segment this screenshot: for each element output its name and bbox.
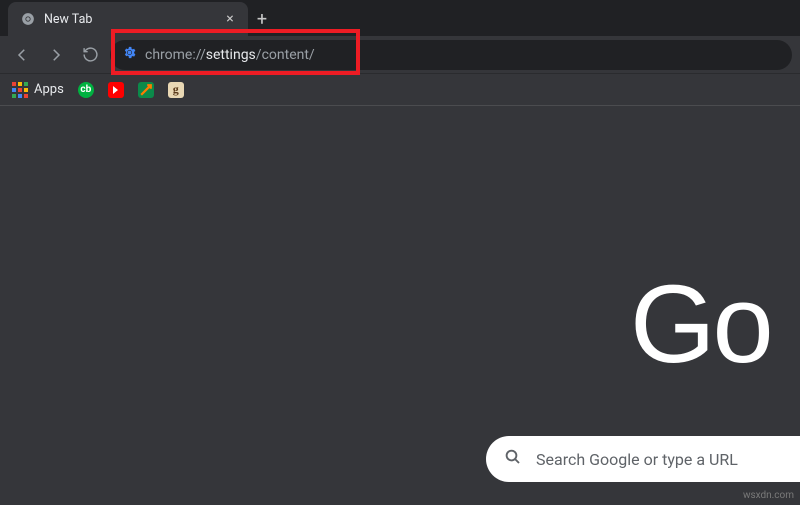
new-tab-page: Go Search Google or type a URL [0,106,800,505]
bookmark-icon-teal[interactable] [138,82,154,98]
url-text: chrome://settings/content/ [145,47,315,63]
apps-shortcut[interactable]: Apps [12,82,64,98]
google-logo: Go [630,261,800,388]
search-box[interactable]: Search Google or type a URL [486,436,800,482]
apps-label: Apps [34,82,64,97]
search-icon [504,448,522,470]
apps-grid-icon [12,82,28,98]
watermark: wsxdn.com [743,490,794,501]
site-settings-icon [122,45,137,64]
address-bar[interactable]: chrome://settings/content/ [110,40,792,70]
reload-button[interactable] [76,41,104,69]
close-tab-icon[interactable]: × [222,11,238,27]
browser-tab[interactable]: New Tab × [8,2,248,36]
search-placeholder: Search Google or type a URL [536,450,738,469]
new-tab-button[interactable]: + [248,2,276,36]
forward-button[interactable] [42,41,70,69]
youtube-icon[interactable] [108,82,124,98]
tab-title: New Tab [44,12,214,27]
bookmarks-bar: Apps cb g [0,74,800,106]
bookmark-icon-green[interactable]: cb [78,82,94,98]
tab-strip: New Tab × + [0,0,800,36]
goodreads-icon[interactable]: g [168,82,184,98]
back-button[interactable] [8,41,36,69]
toolbar: chrome://settings/content/ [0,36,800,74]
chrome-favicon [20,11,36,27]
